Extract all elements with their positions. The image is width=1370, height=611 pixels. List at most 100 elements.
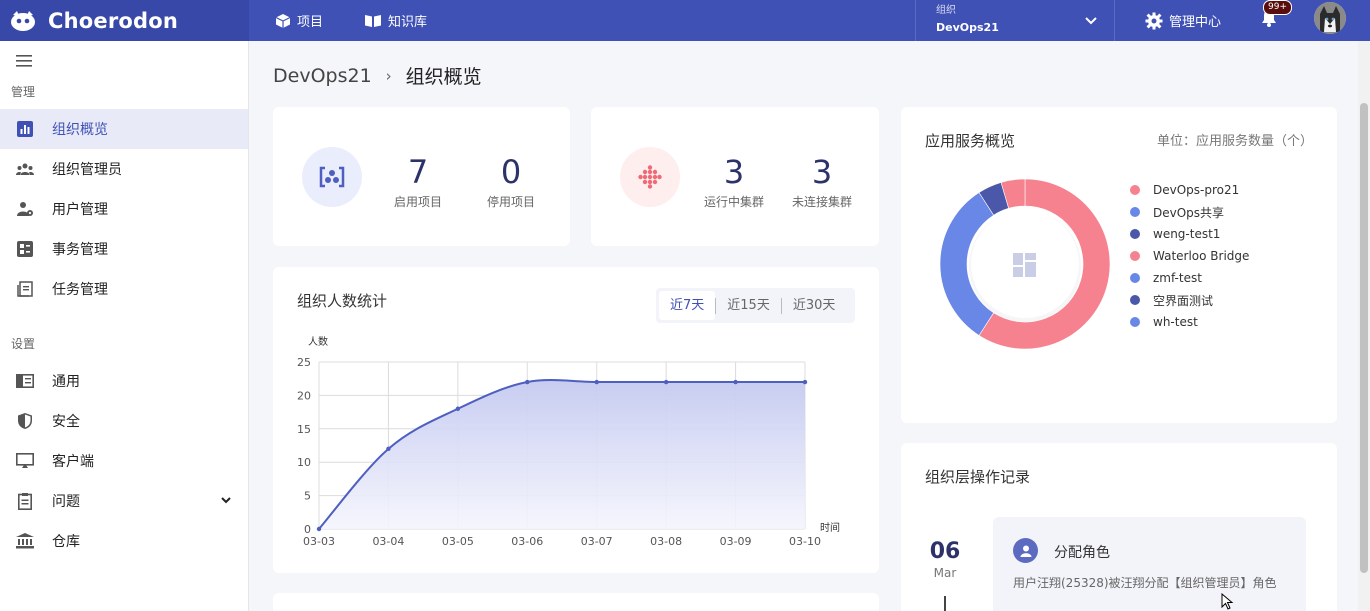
log-day: 06 — [929, 539, 961, 564]
nav-projects[interactable]: 项目 — [275, 0, 323, 41]
log-entry-description: 用户汪翔(25328)被汪翔分配【组织管理员】角色 — [1013, 576, 1277, 590]
legend-item[interactable]: DevOps-pro21 — [1130, 182, 1239, 198]
user-avatar[interactable] — [1314, 2, 1346, 34]
service-donut-chart — [939, 178, 1111, 350]
y-tick-label: 15 — [297, 423, 311, 436]
y-tick-label: 10 — [297, 456, 311, 469]
data-point — [386, 446, 391, 452]
x-tick-label: 03-06 — [511, 535, 543, 548]
bottom-card — [273, 593, 879, 611]
legend-item[interactable]: DevOps共享 — [1130, 204, 1224, 220]
x-tick-label: 03-04 — [372, 535, 404, 548]
gear-icon — [1145, 12, 1163, 29]
data-point — [733, 379, 738, 385]
project-icon — [302, 147, 362, 207]
nav-admin-center[interactable]: 管理中心 — [1145, 0, 1221, 41]
husky-avatar-icon — [1314, 2, 1346, 34]
sidebar-item-security[interactable]: 安全 — [0, 401, 248, 441]
range-15-days[interactable]: 近15天 — [716, 291, 781, 320]
sidebar-item-client[interactable]: 客户端 — [0, 441, 248, 481]
menu-toggle-icon[interactable] — [16, 54, 32, 68]
sidebar-item-issues[interactable]: 问题 — [0, 481, 248, 521]
app-logo[interactable]: Choerodon — [0, 0, 249, 41]
x-tick-label: 03-08 — [650, 535, 682, 548]
sidebar-item-org-admins[interactable]: 组织管理员 — [0, 149, 248, 189]
legend-item[interactable]: Waterloo Bridge — [1130, 248, 1249, 264]
projects-disabled-label: 停用项目 — [486, 195, 535, 209]
data-point — [455, 406, 461, 411]
org-selector-value: DevOps21 — [936, 21, 999, 34]
sidebar-item-label: 仓库 — [52, 534, 80, 550]
nav-knowledge-label: 知识库 — [388, 15, 428, 30]
page-title: 组织概览 — [405, 66, 482, 88]
people-chart-title: 组织人数统计 — [297, 292, 388, 310]
sidebar-item-label: 通用 — [52, 374, 80, 390]
legend-item[interactable]: 空界面测试 — [1130, 292, 1213, 308]
log-entry-title: 分配角色 — [1054, 545, 1110, 561]
top-bar: Choerodon 项目 知识库 组织 DevOps21 管理中心 99+ — [0, 0, 1370, 41]
legend-item[interactable]: zmf-test — [1130, 270, 1202, 286]
breadcrumb-org[interactable]: DevOps21 — [273, 65, 372, 87]
users-group-icon — [16, 160, 34, 178]
sidebar-item-label: 任务管理 — [52, 282, 108, 298]
nav-knowledge[interactable]: 知识库 — [364, 0, 427, 41]
data-point — [525, 379, 530, 385]
clipboard-icon — [16, 492, 34, 510]
task-list-icon — [16, 280, 34, 298]
sidebar-item-label: 用户管理 — [52, 202, 108, 218]
data-point — [663, 379, 669, 385]
projects-enabled-label: 启用项目 — [393, 195, 442, 209]
project-stats-card: 7 启用项目 0 停用项目 — [273, 107, 570, 246]
sidebar: 管理 组织概览 组织管理员 用户管理 事务管理 任务管理 设置 通用 安全 客户… — [0, 41, 249, 611]
chevron-down-icon[interactable] — [220, 494, 232, 506]
page-scrollbar[interactable] — [1358, 41, 1370, 611]
legend-dot — [1130, 295, 1140, 305]
range-7-days[interactable]: 近7天 — [659, 291, 716, 320]
range-30-days[interactable]: 近30天 — [782, 291, 847, 320]
cluster-stats-card: 3 运行中集群 3 未连接集群 — [591, 107, 879, 246]
sidebar-item-task-management[interactable]: 任务管理 — [0, 269, 248, 309]
org-selector-label: 组织 — [936, 5, 956, 16]
breadcrumb: DevOps21 › 组织概览 — [273, 62, 482, 89]
legend-dot — [1130, 273, 1140, 283]
legend-label: DevOps共享 — [1153, 205, 1225, 220]
x-axis-label: 时间 — [820, 521, 840, 534]
data-point — [316, 526, 322, 532]
sidebar-item-label: 事务管理 — [52, 242, 108, 258]
legend-dot — [1130, 207, 1140, 217]
shield-icon — [16, 412, 34, 430]
legend-label: wh-test — [1153, 315, 1198, 329]
x-tick-label: 03-05 — [442, 535, 474, 548]
sidebar-item-general[interactable]: 通用 — [0, 361, 248, 401]
legend-label: zmf-test — [1153, 271, 1202, 285]
clusters-running-count: 3 — [723, 153, 745, 191]
sidebar-item-repository[interactable]: 仓库 — [0, 521, 248, 561]
legend-dot — [1130, 317, 1140, 327]
y-tick-label: 25 — [297, 356, 311, 369]
service-unit-label: 单位：应用服务数量（个） — [1157, 134, 1314, 149]
sidebar-item-issue-management[interactable]: 事务管理 — [0, 229, 248, 269]
legend-label: DevOps-pro21 — [1153, 183, 1240, 197]
legend-item[interactable]: weng-test1 — [1130, 226, 1220, 242]
legend-item[interactable]: wh-test — [1130, 314, 1198, 330]
sidebar-item-label: 安全 — [52, 414, 80, 430]
log-entry: 分配角色 用户汪翔(25328)被汪翔分配【组织管理员】角色 — [993, 517, 1306, 611]
legend-dot — [1130, 251, 1140, 261]
org-selector[interactable]: 组织 DevOps21 — [915, 0, 1115, 41]
sidebar-item-user-management[interactable]: 用户管理 — [0, 189, 248, 229]
choerodon-logo-icon — [11, 10, 35, 31]
clusters-disconnected-label: 未连接集群 — [791, 195, 852, 209]
timeline-line — [944, 596, 946, 611]
scrollbar-thumb[interactable] — [1360, 103, 1368, 573]
legend-label: Waterloo Bridge — [1153, 249, 1250, 263]
y-tick-label: 20 — [297, 389, 311, 402]
notification-badge: 99+ — [1263, 0, 1292, 15]
legend-label: 空界面测试 — [1153, 293, 1214, 308]
ops-log-title: 组织层操作记录 — [925, 468, 1031, 486]
sidebar-item-org-overview[interactable]: 组织概览 — [0, 109, 248, 149]
monitor-icon — [16, 452, 34, 470]
y-tick-label: 5 — [304, 490, 311, 503]
user-settings-icon — [16, 200, 34, 218]
cluster-icon — [620, 147, 680, 207]
clusters-running-label: 运行中集群 — [703, 195, 764, 209]
